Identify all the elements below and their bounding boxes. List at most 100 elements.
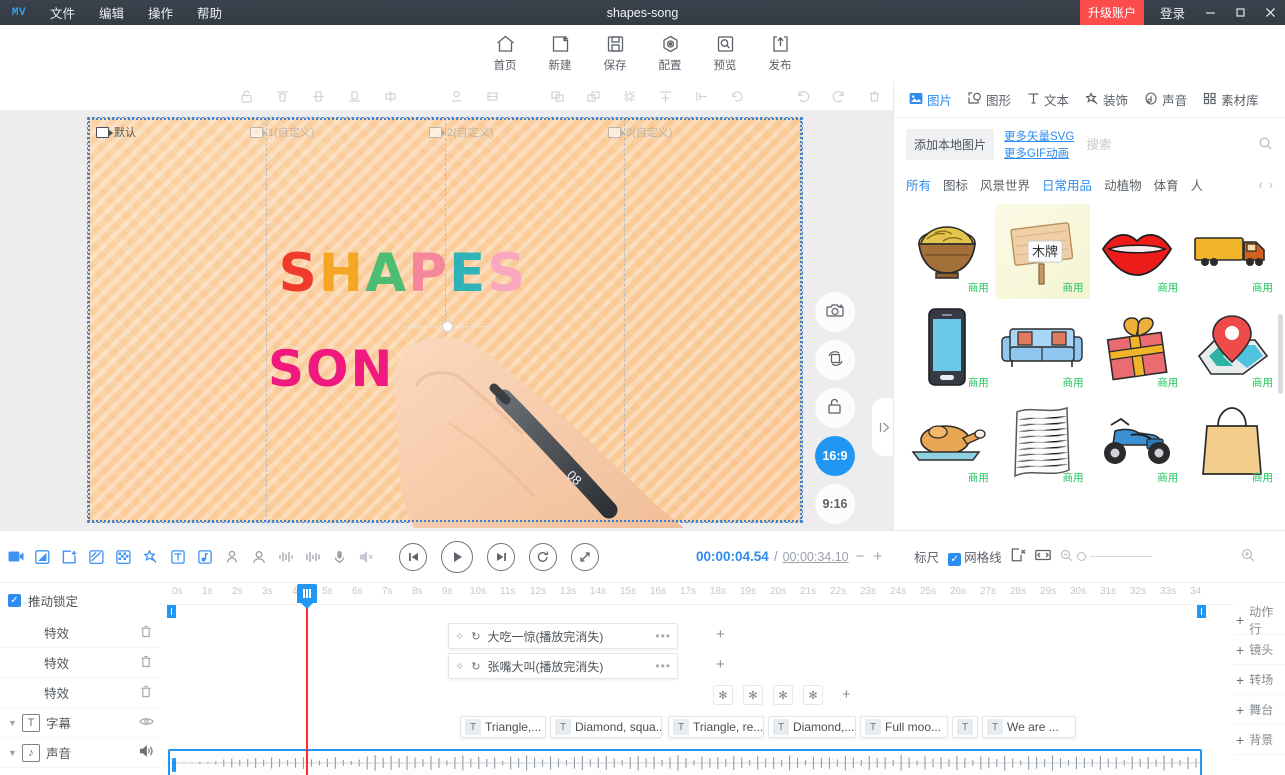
grid-toggle[interactable]: ✓ 网格线 (948, 547, 1002, 566)
search-icon[interactable] (1258, 136, 1273, 154)
category-animals-plants[interactable]: 动植物 (1104, 175, 1142, 194)
fit-width-icon[interactable] (1034, 548, 1051, 565)
mini-effect-clip[interactable]: ✻ (803, 685, 823, 705)
category-all[interactable]: 所有 (906, 175, 931, 194)
settings-button[interactable]: 配置 (643, 34, 698, 73)
upgrade-account-button[interactable]: 升级账户 (1079, 0, 1144, 25)
asset-item[interactable]: 商用 (995, 394, 1090, 489)
asset-item[interactable]: 商用 (900, 204, 995, 299)
category-icons[interactable]: 图标 (943, 175, 968, 194)
grid-checkbox[interactable]: ✓ (948, 553, 962, 566)
clear-selection-icon[interactable] (1011, 548, 1026, 565)
time-increase-button[interactable]: + (871, 548, 884, 565)
asset-item[interactable]: 商用 (1090, 299, 1185, 394)
redo-icon[interactable] (821, 83, 857, 109)
chevron-down-icon[interactable]: ▼ (8, 718, 22, 728)
subtitle-clip[interactable]: T We are ... (982, 716, 1076, 738)
asset-item[interactable]: 商用 (900, 394, 995, 489)
track-header-effect-1[interactable]: 特效 (0, 618, 160, 648)
save-button[interactable]: 保存 (588, 34, 643, 73)
subtitle-clip[interactable]: T (952, 716, 978, 738)
track-header-effect-3[interactable]: 特效 (0, 678, 160, 708)
delete-icon[interactable] (132, 655, 160, 671)
asset-item[interactable]: 商用 (900, 299, 995, 394)
effect-clip-menu[interactable]: ••• (655, 629, 671, 643)
skip-start-button[interactable] (399, 542, 427, 571)
asset-item[interactable]: 商用 (1184, 394, 1279, 489)
flip-v-icon[interactable] (684, 83, 720, 109)
subtitle-clip[interactable]: T Triangle,... (460, 716, 546, 738)
add-effect-button[interactable]: + (716, 626, 725, 643)
maximize-button[interactable] (1225, 0, 1255, 25)
ratio-16-9-button[interactable]: 16:9 (815, 436, 855, 476)
delete-icon[interactable] (857, 83, 893, 109)
add-action-row-button[interactable]: + 动作行 (1233, 605, 1285, 636)
scene-label-default[interactable]: 默认 (96, 124, 136, 140)
subtitle-clip[interactable]: T Diamond,... (768, 716, 856, 738)
category-sports[interactable]: 体育 (1154, 175, 1179, 194)
search-input[interactable] (1086, 137, 1258, 152)
align-top-icon[interactable] (265, 83, 301, 109)
menu-item-file[interactable]: 文件 (38, 0, 87, 25)
canvas-title-text[interactable]: SHAPES (123, 243, 683, 304)
text-box-icon[interactable] (164, 542, 191, 572)
align-middle-icon[interactable] (301, 83, 337, 109)
tab-text[interactable]: 文本 (1020, 86, 1076, 113)
home-button[interactable]: 首页 (478, 34, 533, 73)
speaker-icon[interactable] (132, 745, 160, 760)
undo-icon[interactable] (785, 83, 821, 109)
ratio-9-16-button[interactable]: 9:16 (815, 484, 855, 524)
chevron-down-icon[interactable]: ▼ (8, 748, 22, 758)
track-header-audio[interactable]: ▼ ♪ 声音 (0, 738, 160, 768)
tab-sound[interactable]: 声音 (1137, 86, 1194, 113)
zoom-slider-knob[interactable] (1076, 552, 1086, 561)
add-background-button[interactable]: + 背景 (1233, 725, 1285, 755)
music-icon[interactable] (191, 542, 218, 572)
audio-clip[interactable] (168, 749, 1202, 775)
timeline-ruler[interactable]: 0s 1s 2s 3s 4s 5s 6s 7s 8s 9s 10s 11s 12… (160, 583, 1233, 609)
export-frame-icon[interactable] (56, 542, 83, 572)
track-header-effect-2[interactable]: 特效 (0, 648, 160, 678)
rotate-icon[interactable] (720, 83, 756, 109)
replace-media-button[interactable] (815, 340, 855, 380)
zoom-slider-track[interactable] (1089, 555, 1152, 558)
total-time[interactable]: 00:00:34.10 (783, 550, 849, 564)
audio-clip-left-handle[interactable] (172, 758, 176, 772)
zoom-out-icon[interactable] (1060, 549, 1073, 565)
fullscreen-button[interactable] (571, 542, 599, 571)
asset-item[interactable]: 商用 (1184, 299, 1279, 394)
asset-item[interactable]: 商用 (1090, 394, 1185, 489)
subtitle-clip[interactable]: T Full moo... (860, 716, 948, 738)
mosaic-icon[interactable] (110, 542, 137, 572)
push-lock-checkbox[interactable]: ✓ (8, 594, 21, 607)
assets-scrollbar[interactable] (1278, 314, 1283, 394)
replay-button[interactable] (529, 542, 557, 571)
distribute-v-icon[interactable] (474, 83, 510, 109)
transition-icon[interactable] (29, 542, 56, 572)
zoom-slider[interactable] (1060, 549, 1152, 565)
zoom-in-icon[interactable] (1241, 548, 1255, 565)
category-people[interactable]: 人 (1191, 175, 1204, 194)
ruler-toggle[interactable]: 标尺 (914, 547, 939, 566)
mute-icon[interactable] (353, 542, 380, 572)
align-bottom-icon[interactable] (337, 83, 373, 109)
video-clip-icon[interactable] (2, 542, 29, 572)
tab-library[interactable]: 素材库 (1196, 86, 1266, 113)
canvas-subtitle-text[interactable]: SON (268, 340, 394, 398)
menu-item-operate[interactable]: 操作 (136, 0, 185, 25)
lock-icon[interactable] (229, 83, 265, 109)
category-landscape[interactable]: 风景世界 (980, 175, 1030, 194)
mini-effect-clip[interactable]: ✻ (773, 685, 793, 705)
distribute-h-icon[interactable] (438, 83, 474, 109)
subtitle-clip[interactable]: T Triangle, re... (668, 716, 764, 738)
asset-item[interactable]: 商用 (995, 299, 1090, 394)
time-decrease-button[interactable]: − (854, 548, 867, 565)
asset-item[interactable]: 商用 (1184, 204, 1279, 299)
track-header-subtitle[interactable]: ▼ T 字幕 (0, 708, 160, 738)
more-gif-link[interactable]: 更多GIF动画 (1004, 145, 1074, 161)
unlock-button[interactable] (815, 388, 855, 428)
panel-expand-handle[interactable] (872, 398, 893, 456)
delete-icon[interactable] (132, 625, 160, 641)
audio-levels-icon[interactable] (272, 542, 299, 572)
tab-images[interactable]: 图片 (902, 86, 959, 113)
